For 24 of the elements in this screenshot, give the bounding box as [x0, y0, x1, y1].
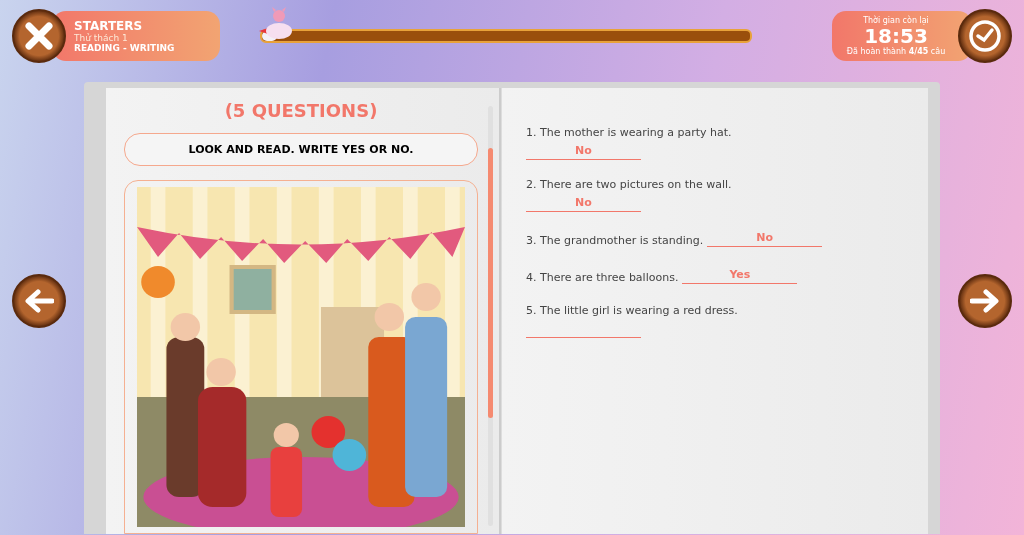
previous-button[interactable]: [12, 274, 66, 328]
question-text: 1. The mother is wearing a party hat.: [526, 126, 733, 139]
answer-field[interactable]: No: [526, 143, 641, 160]
question-text: 3. The grandmother is standing.: [526, 234, 704, 247]
completed-count: Đã hoàn thành 4/45 câu: [846, 47, 946, 56]
question-text: 4. There are three balloons.: [526, 271, 679, 284]
answer-field[interactable]: Yes: [682, 267, 798, 284]
answer-field[interactable]: No: [526, 195, 641, 212]
answer-field[interactable]: No: [707, 230, 823, 247]
skill-label: READING - WRITING: [74, 43, 175, 53]
section-heading: (5 QUESTIONS): [223, 100, 379, 121]
close-button[interactable]: [12, 9, 66, 63]
challenge-label: Thử thách 1: [74, 33, 128, 43]
right-arrow-icon: [970, 289, 1000, 313]
next-button[interactable]: [958, 274, 1012, 328]
question-text: 2. There are two pictures on the wall.: [526, 178, 733, 191]
level-title: STARTERS: [74, 19, 143, 33]
scrollbar-thumb[interactable]: [488, 148, 493, 418]
timer-value: 18:53: [864, 25, 928, 47]
close-icon: [24, 21, 54, 51]
left-arrow-icon: [24, 289, 54, 313]
instruction-banner: LOOK AND READ. WRITE YES OR NO.: [124, 133, 478, 166]
question-text: 5. The little girl is wearing a red dress.: [526, 304, 739, 317]
timer-label: Thời gian còn lại: [863, 16, 929, 25]
